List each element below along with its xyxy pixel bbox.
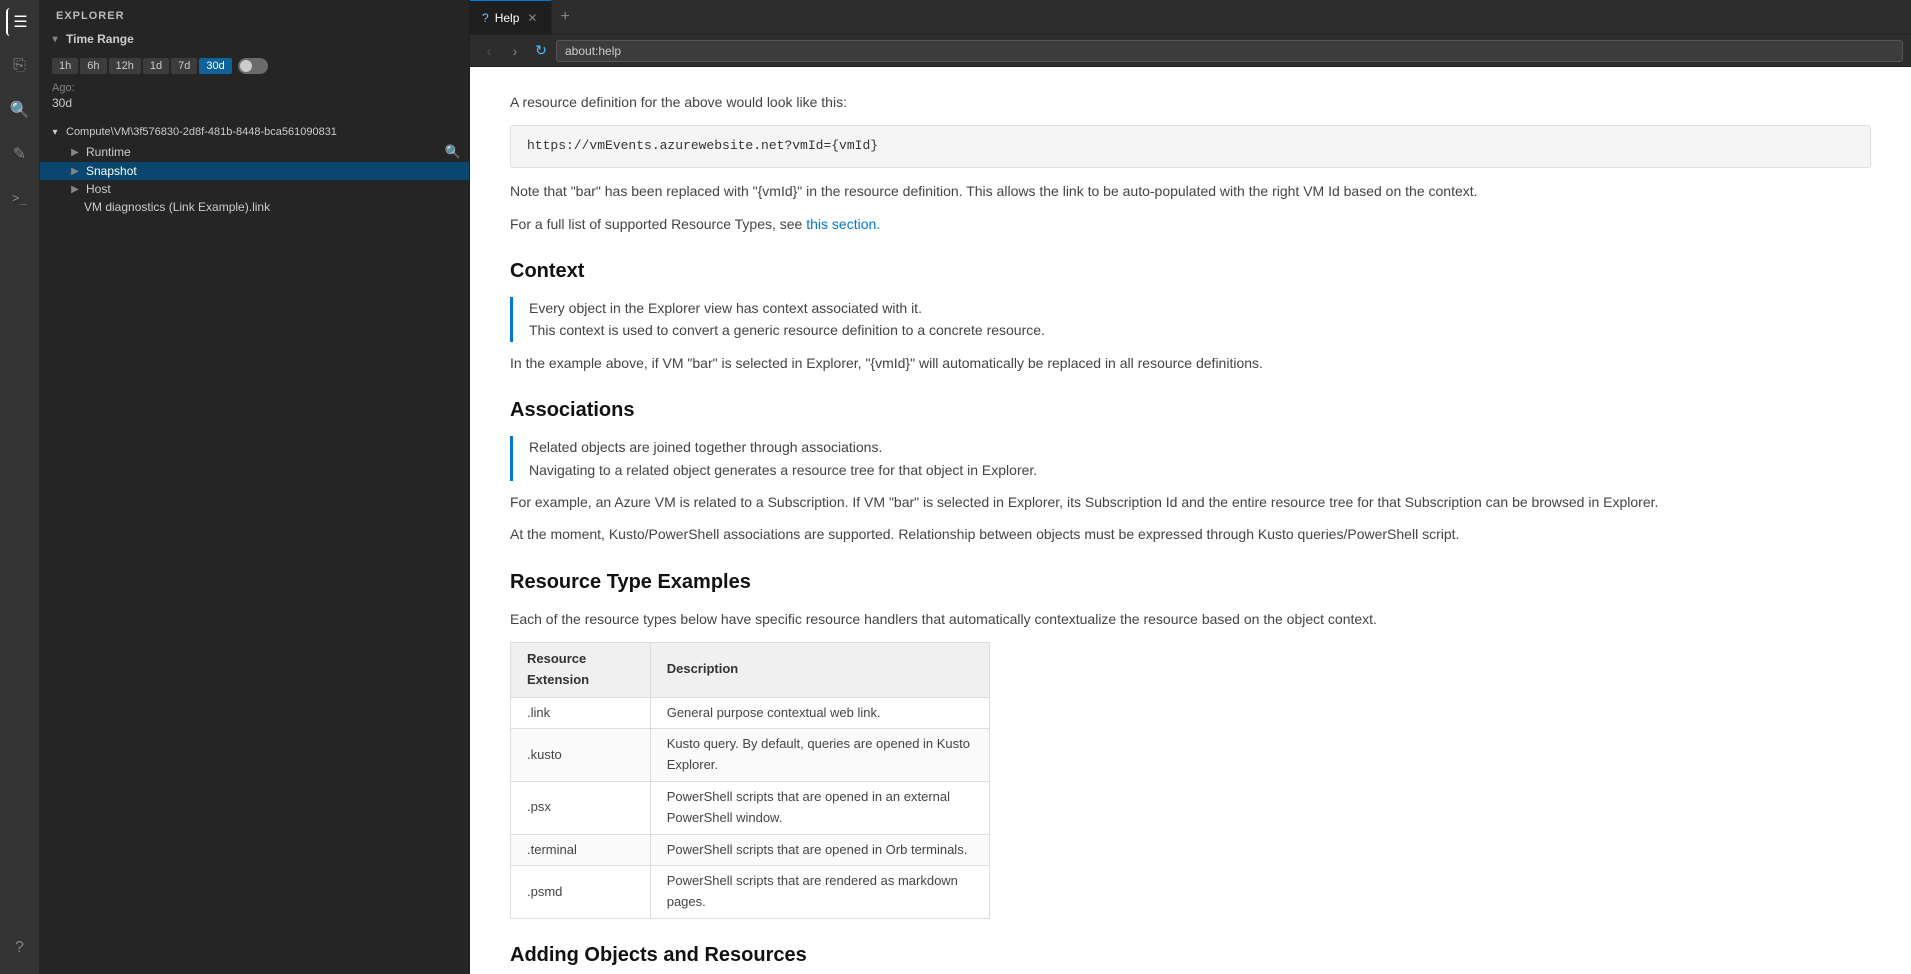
forward-button[interactable]: › bbox=[504, 40, 526, 62]
table-cell-ext: .link bbox=[511, 697, 651, 729]
address-input[interactable] bbox=[556, 40, 1903, 62]
tab-bar: ? Help ✕ + bbox=[470, 0, 1911, 35]
time-btn-7d[interactable]: 7d bbox=[171, 58, 197, 74]
refresh-button[interactable]: ↻ bbox=[530, 40, 552, 62]
code-block: https://vmEvents.azurewebsite.net?vmId={… bbox=[510, 125, 1871, 168]
time-range-section: 1h 6h 12h 1d 7d 30d Ago: 30d bbox=[40, 50, 469, 118]
tree-root-label: Compute\VM\3f576830-2d8f-481b-8448-bca56… bbox=[66, 126, 337, 138]
note2-text: For a full list of supported Resource Ty… bbox=[510, 216, 806, 232]
time-range-chevron: ▾ bbox=[48, 32, 62, 46]
intro-text: A resource definition for the above woul… bbox=[510, 91, 1871, 113]
time-btn-1d[interactable]: 1d bbox=[143, 58, 169, 74]
table-cell-ext: .kusto bbox=[511, 729, 651, 782]
note2: For a full list of supported Resource Ty… bbox=[510, 213, 1871, 235]
table-cell-desc: PowerShell scripts that are opened in an… bbox=[650, 782, 989, 835]
tree-item-host[interactable]: ▶ Host bbox=[40, 180, 469, 198]
table-cell-desc: PowerShell scripts that are opened in Or… bbox=[650, 834, 989, 866]
tree-item-runtime[interactable]: ▶ Runtime 🔍 bbox=[40, 142, 469, 162]
resource-types-title: Resource Type Examples bbox=[510, 566, 1871, 598]
help-icon[interactable]: ? bbox=[6, 934, 34, 962]
time-btn-6h[interactable]: 6h bbox=[80, 58, 106, 74]
table-header-ext: Resource Extension bbox=[511, 643, 651, 698]
context-bq-2: This context is used to convert a generi… bbox=[529, 319, 1871, 341]
tab-help[interactable]: ? Help ✕ bbox=[470, 0, 552, 34]
tree-root-vm[interactable]: ▾ Compute\VM\3f576830-2d8f-481b-8448-bca… bbox=[40, 122, 469, 142]
snapshot-chevron: ▶ bbox=[68, 164, 82, 178]
associations-para1: For example, an Azure VM is related to a… bbox=[510, 491, 1871, 513]
tab-add-button[interactable]: + bbox=[552, 0, 577, 34]
time-toggle-switch[interactable] bbox=[238, 58, 268, 74]
tree-leaf-vmdiag[interactable]: VM diagnostics (Link Example).link bbox=[40, 198, 469, 216]
tab-help-icon: ? bbox=[482, 11, 489, 25]
ago-label: Ago: bbox=[52, 82, 457, 94]
context-blockquote: Every object in the Explorer view has co… bbox=[510, 297, 1871, 342]
main-area: ? Help ✕ + ‹ › ↻ A resource definition f… bbox=[470, 0, 1911, 974]
table-cell-desc: PowerShell scripts that are rendered as … bbox=[650, 866, 989, 919]
associations-para2: At the moment, Kusto/PowerShell associat… bbox=[510, 523, 1871, 545]
time-btn-30d[interactable]: 30d bbox=[199, 58, 231, 74]
table-row: .kustoKusto query. By default, queries a… bbox=[511, 729, 990, 782]
table-cell-desc: General purpose contextual web link. bbox=[650, 697, 989, 729]
resource-types-intro: Each of the resource types below have sp… bbox=[510, 608, 1871, 630]
host-chevron: ▶ bbox=[68, 182, 82, 196]
ago-value: 30d bbox=[52, 96, 457, 110]
time-btn-1h[interactable]: 1h bbox=[52, 58, 78, 74]
tree-section: ▾ Compute\VM\3f576830-2d8f-481b-8448-bca… bbox=[40, 118, 469, 974]
sidebar: EXPLORER ▾ Time Range 1h 6h 12h 1d 7d 30… bbox=[40, 0, 470, 974]
runtime-chevron: ▶ bbox=[68, 145, 82, 159]
time-range-label: Time Range bbox=[66, 32, 134, 46]
tab-help-close[interactable]: ✕ bbox=[525, 9, 539, 27]
context-bq-1: Every object in the Explorer view has co… bbox=[529, 297, 1871, 319]
tree-search-icon[interactable]: 🔍 bbox=[445, 144, 461, 160]
associations-bq-1: Related objects are joined together thro… bbox=[529, 436, 1871, 458]
time-btn-12h[interactable]: 12h bbox=[109, 58, 141, 74]
snapshot-label: Snapshot bbox=[86, 164, 137, 178]
associations-blockquote: Related objects are joined together thro… bbox=[510, 436, 1871, 481]
menu-icon[interactable]: ☰ bbox=[6, 8, 34, 36]
tab-help-label: Help bbox=[495, 11, 520, 25]
note2-link[interactable]: this section. bbox=[806, 216, 880, 232]
address-bar: ‹ › ↻ bbox=[470, 35, 1911, 67]
adding-objects-title: Adding Objects and Resources bbox=[510, 939, 1871, 971]
table-row: .linkGeneral purpose contextual web link… bbox=[511, 697, 990, 729]
table-row: .psmdPowerShell scripts that are rendere… bbox=[511, 866, 990, 919]
runtime-label: Runtime bbox=[86, 145, 131, 159]
table-cell-ext: .psx bbox=[511, 782, 651, 835]
edit-icon[interactable]: ✎ bbox=[6, 140, 34, 168]
sidebar-title: EXPLORER bbox=[40, 0, 469, 28]
terminal-icon[interactable]: >_ bbox=[6, 184, 34, 212]
explorer-icon[interactable]: ⎘ bbox=[6, 52, 34, 80]
time-range-buttons: 1h 6h 12h 1d 7d 30d bbox=[52, 58, 457, 74]
tree-item-snapshot[interactable]: ▶ Snapshot bbox=[40, 162, 469, 180]
activity-bar: ☰ ⎘ 🔍 ✎ >_ ? bbox=[0, 0, 40, 974]
content-area: A resource definition for the above woul… bbox=[470, 67, 1911, 974]
table-cell-desc: Kusto query. By default, queries are ope… bbox=[650, 729, 989, 782]
note1: Note that "bar" has been replaced with "… bbox=[510, 180, 1871, 202]
table-cell-ext: .psmd bbox=[511, 866, 651, 919]
context-title: Context bbox=[510, 255, 1871, 287]
context-para: In the example above, if VM "bar" is sel… bbox=[510, 352, 1871, 374]
tree-root-chevron: ▾ bbox=[48, 125, 62, 139]
associations-bq-2: Navigating to a related object generates… bbox=[529, 459, 1871, 481]
host-label: Host bbox=[86, 182, 111, 196]
time-range-header[interactable]: ▾ Time Range bbox=[40, 28, 469, 50]
table-row: .terminalPowerShell scripts that are ope… bbox=[511, 834, 990, 866]
table-cell-ext: .terminal bbox=[511, 834, 651, 866]
table-header-desc: Description bbox=[650, 643, 989, 698]
search-icon[interactable]: 🔍 bbox=[6, 96, 34, 124]
resource-table: Resource Extension Description .linkGene… bbox=[510, 642, 990, 919]
associations-title: Associations bbox=[510, 394, 1871, 426]
table-row: .psxPowerShell scripts that are opened i… bbox=[511, 782, 990, 835]
back-button[interactable]: ‹ bbox=[478, 40, 500, 62]
